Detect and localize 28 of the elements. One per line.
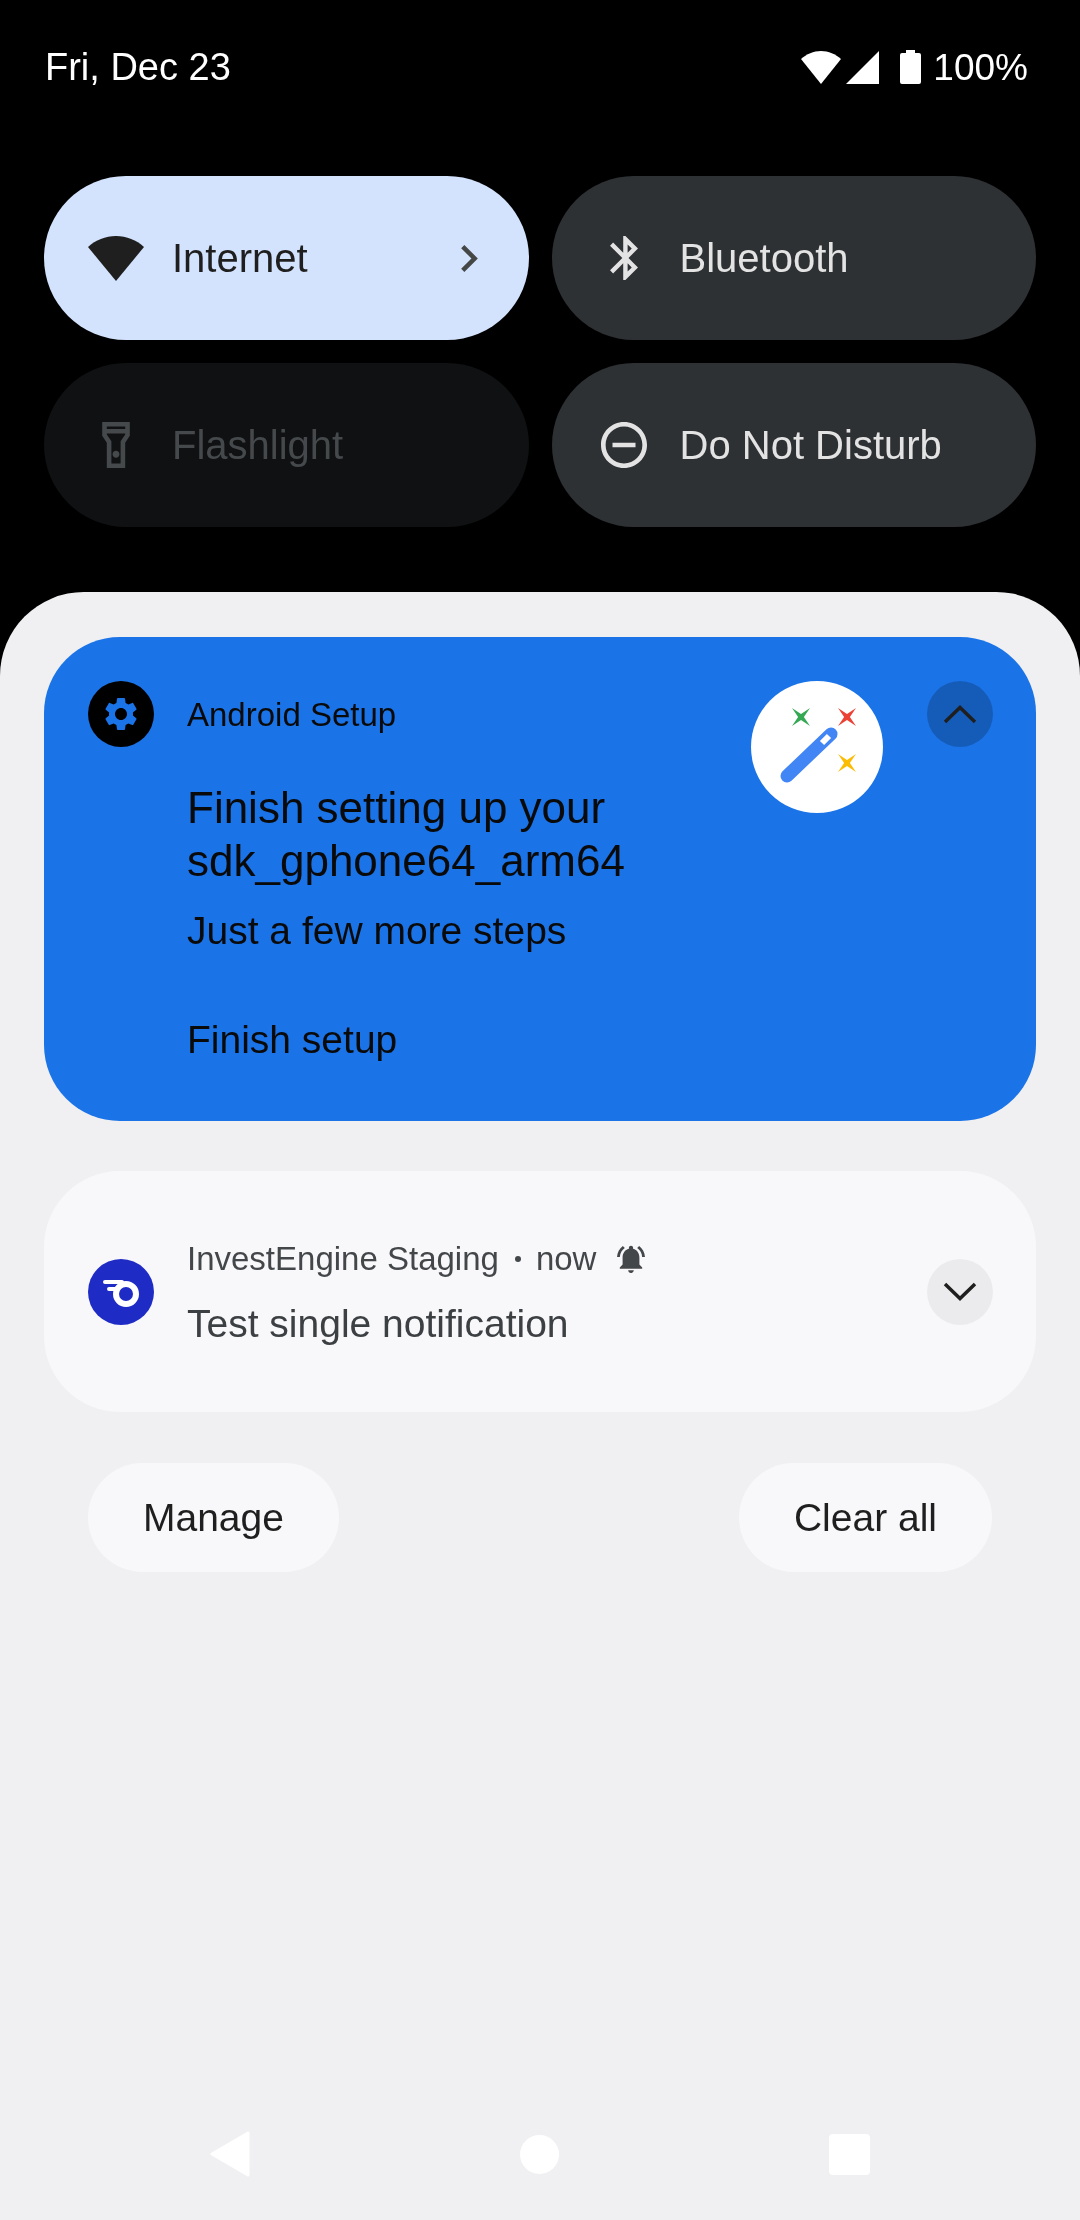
notification-title: Finish setting up your sdk_gphone64_arm64 [187,782,626,887]
quick-settings-tile[interactable]: Bluetooth [551,176,1036,340]
cellular-signal-icon [846,50,880,84]
flashlight-icon [102,422,130,468]
notification-card[interactable]: InvestEngine Staging now Test single notification [44,1171,1036,1412]
battery-percentage: 100% [933,48,1028,86]
chevron-down-icon [943,1282,977,1301]
bluetooth-icon [609,236,638,280]
settings-icon [88,681,154,747]
notification-card[interactable]: Android Setup Finish setting up your sdk_gphone64_arm64 Just a few more steps Finish setup [44,637,1036,1121]
date-text: Fri, Dec 23 [45,48,231,86]
notification-text: Just a few more steps [187,908,568,954]
quick-settings-tile[interactable]: Internet [44,176,529,340]
notification-title: Test single notification [187,1300,570,1347]
do-not-disturb-icon [600,422,647,468]
battery-icon [900,50,922,84]
manage-button[interactable]: Manage [88,1463,339,1572]
app-logo-icon [88,1258,154,1325]
magic-wand-icon [751,681,883,813]
app-name: Android Setup [187,697,397,731]
chevron-up-icon [943,704,977,724]
wifi-icon [88,235,144,281]
notification-time: now [535,1242,597,1275]
clear-all-button[interactable]: Clear all [738,1463,992,1572]
quick-settings-tile[interactable]: Do Not Disturb [551,363,1036,527]
wifi-signal-icon [801,50,842,84]
action-button[interactable]: Finish setup [187,1016,398,1064]
app-name: InvestEngine Staging [187,1242,499,1275]
